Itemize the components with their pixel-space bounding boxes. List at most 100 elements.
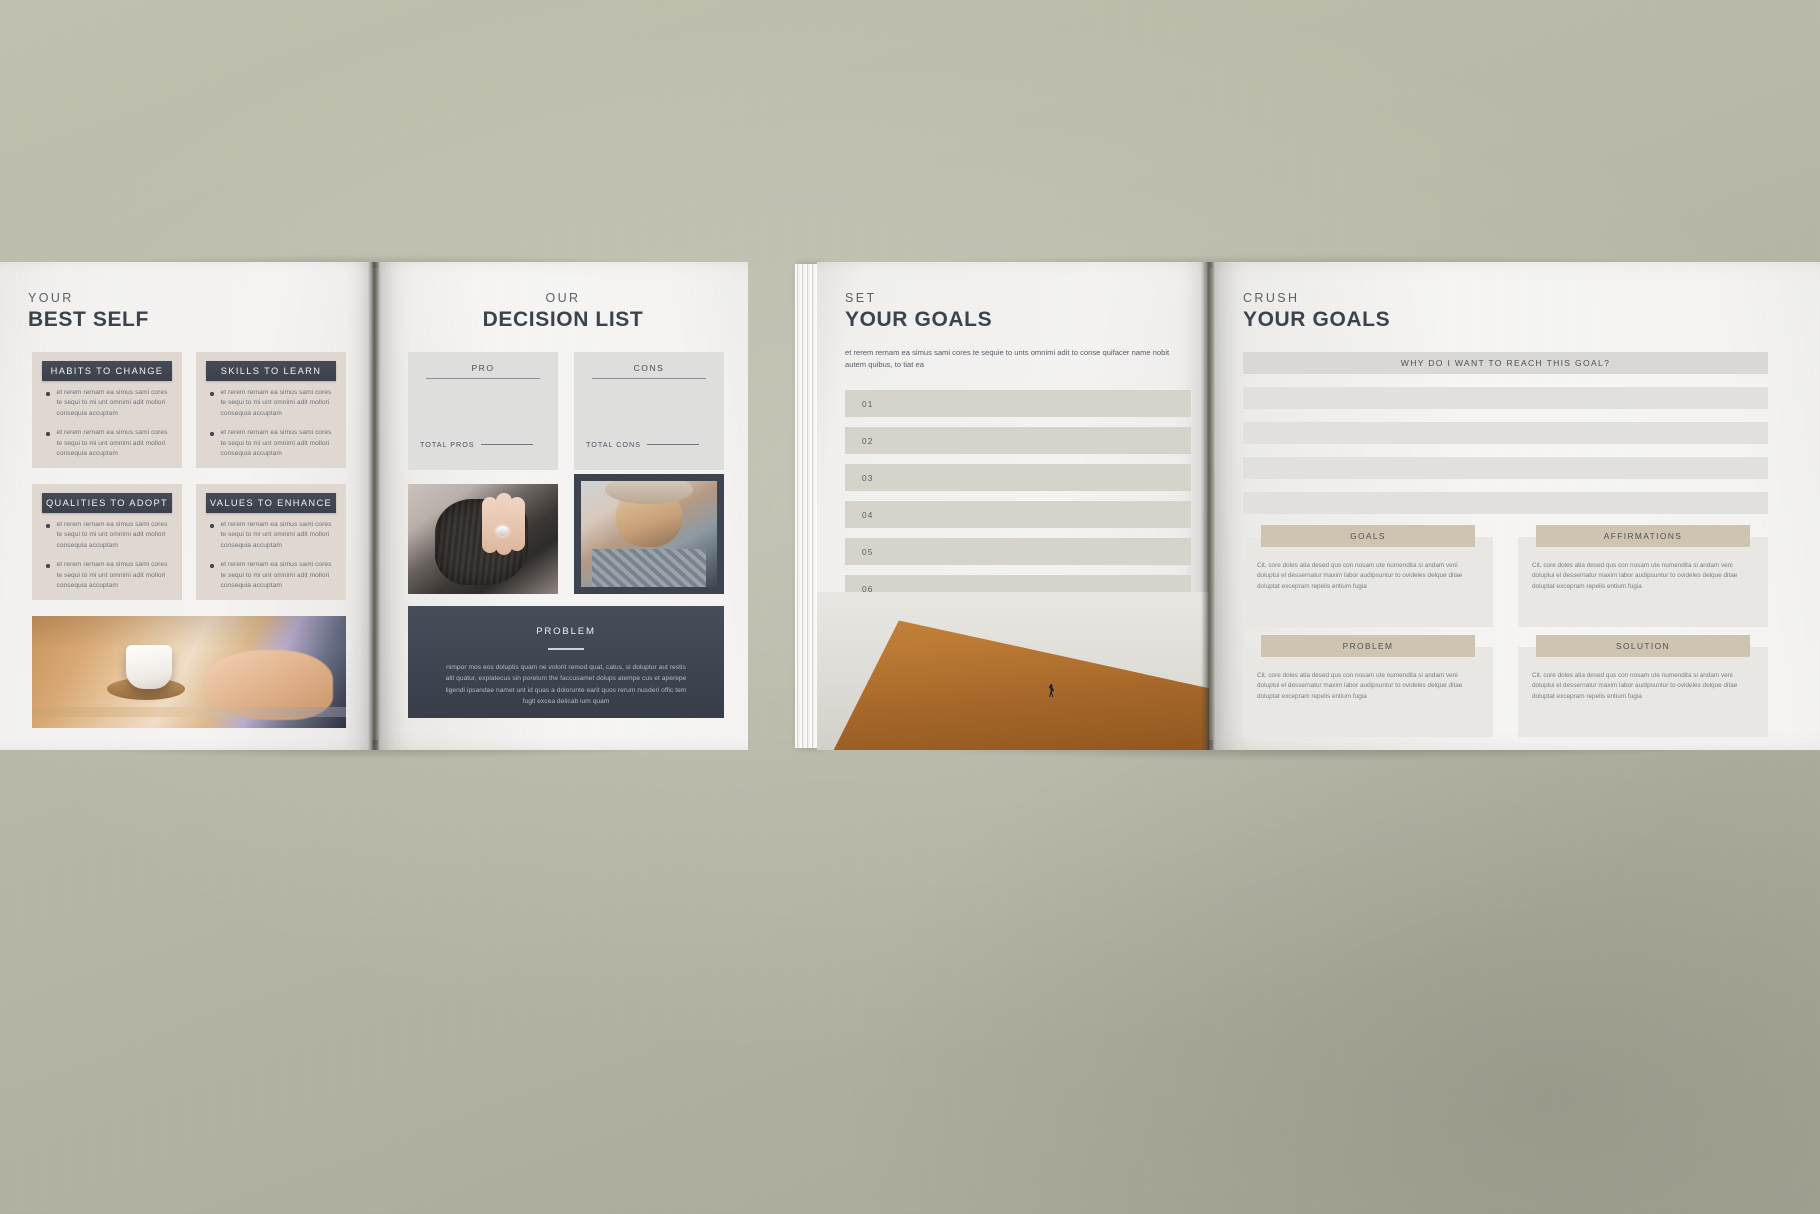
runner-hill-photo	[817, 592, 1209, 750]
list-item: et rerem rernam ea simus sami cores te s…	[46, 520, 170, 551]
hat-shape	[605, 481, 693, 505]
card-solution-label: SOLUTION	[1536, 635, 1750, 657]
card-list: et rerem rernam ea simus sami cores te s…	[210, 388, 334, 468]
answer-line[interactable]	[1243, 387, 1768, 409]
card-goals-body: Cit, core doles atia desed qus con nosam…	[1257, 562, 1463, 590]
goal-number: 02	[862, 435, 874, 446]
page1-kicker: YOUR	[28, 291, 74, 305]
bullet-icon	[210, 392, 214, 396]
pro-box[interactable]: PRO	[408, 352, 558, 470]
total-pros: TOTAL PROS	[420, 440, 533, 449]
card-affirmations[interactable]: AFFIRMATIONS Cit, core doles atia desed …	[1518, 525, 1768, 627]
right-book: SET YOUR GOALS et rerem rernam ea simus …	[795, 262, 1820, 750]
total-cons-label: TOTAL CONS	[586, 440, 641, 449]
bullet-icon	[210, 564, 214, 568]
card-heading-bar: VALUES TO ENHANCE	[206, 493, 336, 513]
why-question-label: WHY DO I WANT TO REACH THIS GOAL?	[1400, 358, 1611, 368]
ring-shape	[495, 525, 509, 536]
answer-line[interactable]	[1243, 422, 1768, 444]
page3-title: YOUR GOALS	[845, 307, 993, 331]
coffee-desk-photo	[32, 616, 346, 728]
page1-header: YOUR BEST SELF	[28, 292, 149, 332]
bullet-icon	[210, 524, 214, 528]
list-item: et rerem rernam ea simus sami cores te s…	[46, 388, 170, 419]
list-item: et rerem rernam ea simus sami cores te s…	[210, 520, 334, 551]
desk-edge-streak	[32, 706, 346, 717]
page4-header: CRUSH YOUR GOALS	[1243, 292, 1390, 332]
page3-header: SET YOUR GOALS	[845, 292, 992, 332]
total-pros-label: TOTAL PROS	[420, 440, 475, 449]
card-problem-body: Cit, core doles atia desed qus con nosam…	[1257, 672, 1463, 700]
pro-rule	[426, 378, 540, 379]
card-problem[interactable]: PROBLEM Cit, core doles atia desed qus c…	[1243, 635, 1493, 737]
bullet-icon	[46, 392, 50, 396]
list-item: et rerem rernam ea simus sami cores te s…	[46, 560, 170, 591]
total-pros-blank[interactable]	[480, 444, 533, 445]
card-heading-bar: HABITS TO CHANGE	[42, 361, 172, 381]
answer-line[interactable]	[1243, 457, 1768, 479]
finger-shape	[509, 497, 525, 552]
card-list: et rerem rernam ea simus sami cores te s…	[46, 388, 170, 468]
left-book: YOUR BEST SELF HABITS TO CHANGE et rerem…	[0, 262, 748, 750]
answer-line[interactable]	[1243, 492, 1768, 514]
goal-number: 03	[862, 472, 874, 483]
problem-panel[interactable]: PROBLEM nimpor mos eos doluptis quam ne …	[408, 606, 724, 718]
card-skills-to-learn[interactable]: SKILLS TO LEARN et rerem rernam ea simus…	[196, 352, 346, 468]
problem-title: PROBLEM	[536, 626, 596, 637]
card-heading-bar: SKILLS TO LEARN	[206, 361, 336, 381]
card-qualities-to-adopt[interactable]: QUALITIES TO ADOPT et rerem rernam ea si…	[32, 484, 182, 600]
page4-title: YOUR GOALS	[1243, 307, 1391, 331]
page3-kicker: SET	[845, 291, 877, 305]
card-heading-bar: QUALITIES TO ADOPT	[42, 493, 172, 513]
card-problem-label: PROBLEM	[1261, 635, 1475, 657]
total-cons-blank[interactable]	[647, 444, 699, 445]
page-edge-stack	[795, 264, 819, 748]
goal-number: 05	[862, 546, 874, 557]
page2-header: OUR DECISION LIST	[378, 292, 748, 332]
card-goals-label: GOALS	[1261, 525, 1475, 547]
card-heading-text: QUALITIES TO ADOPT	[45, 498, 169, 508]
page-crush-your-goals: CRUSH YOUR GOALS WHY DO I WANT TO REACH …	[1213, 262, 1820, 750]
page-best-self: YOUR BEST SELF HABITS TO CHANGE et rerem…	[0, 262, 372, 750]
goal-row[interactable]: 03	[845, 464, 1191, 491]
list-item: et rerem rernam ea simus sami cores te s…	[210, 560, 334, 591]
pro-label: PRO	[471, 363, 495, 373]
goal-row[interactable]: 04	[845, 501, 1191, 528]
bullet-icon	[46, 564, 50, 568]
card-values-to-enhance[interactable]: VALUES TO ENHANCE et rerem rernam ea sim…	[196, 484, 346, 600]
page3-intro-text: et rerem rernam ea simus sami cores te s…	[845, 348, 1170, 370]
coat-shape	[591, 548, 707, 587]
bullet-icon	[46, 432, 50, 436]
page2-title: DECISION LIST	[482, 307, 644, 331]
total-cons: TOTAL CONS	[586, 440, 699, 449]
page-decision-list: OUR DECISION LIST PRO TOTAL PROS CONS TO…	[378, 262, 748, 750]
page-set-your-goals: SET YOUR GOALS et rerem rernam ea simus …	[817, 262, 1209, 750]
right-book-gutter	[1201, 262, 1215, 750]
cons-box[interactable]: CONS	[574, 352, 724, 470]
card-list: et rerem rernam ea simus sami cores te s…	[210, 520, 334, 600]
card-habits-to-change[interactable]: HABITS TO CHANGE et rerem rernam ea simu…	[32, 352, 182, 468]
why-question-bar: WHY DO I WANT TO REACH THIS GOAL?	[1243, 352, 1768, 374]
card-solution[interactable]: SOLUTION Cit, core doles atia desed qus …	[1518, 635, 1768, 737]
list-item: et rerem rernam ea simus sami cores te s…	[46, 428, 170, 459]
manicure-photo	[408, 484, 558, 594]
cons-rule	[592, 378, 706, 379]
bullet-icon	[46, 524, 50, 528]
goal-number: 01	[862, 398, 874, 409]
goal-row[interactable]: 01	[845, 390, 1191, 417]
list-item: et rerem rernam ea simus sami cores te s…	[210, 428, 334, 459]
page1-title: BEST SELF	[28, 307, 149, 331]
cup-shape	[126, 645, 173, 690]
goal-number: 04	[862, 509, 874, 520]
portrait-photo-inner	[581, 481, 717, 587]
left-book-gutter	[368, 262, 380, 750]
portrait-photo	[574, 474, 724, 594]
card-goals[interactable]: GOALS Cit, core doles atia desed qus con…	[1243, 525, 1493, 627]
card-heading-text: SKILLS TO LEARN	[220, 366, 322, 376]
card-heading-text: VALUES TO ENHANCE	[209, 498, 333, 508]
goal-row[interactable]: 05	[845, 538, 1191, 565]
card-affirmations-label: AFFIRMATIONS	[1536, 525, 1750, 547]
goal-row[interactable]: 02	[845, 427, 1191, 454]
bullet-icon	[210, 432, 214, 436]
card-affirmations-body: Cit, core doles atia desed qus con nosam…	[1532, 562, 1738, 590]
